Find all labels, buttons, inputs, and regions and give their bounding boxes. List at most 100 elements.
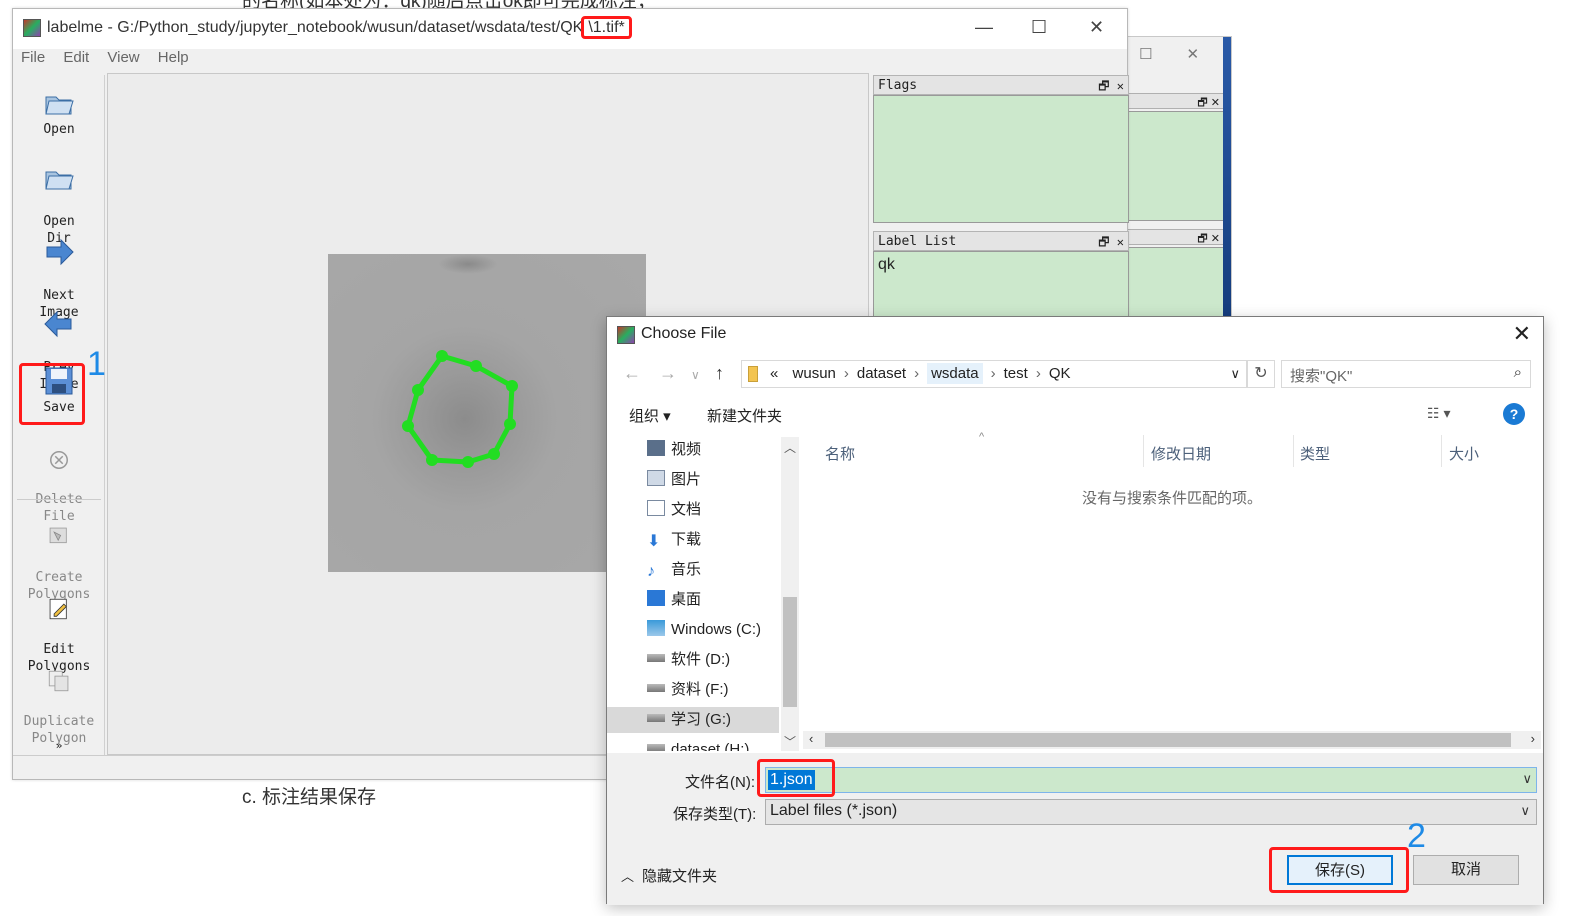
nav-item-label: 桌面 [671, 591, 702, 608]
hide-folders-toggle[interactable]: ︿ 隐藏文件夹 [621, 865, 717, 886]
arrow-right-icon [46, 238, 74, 266]
scroll-left-icon[interactable]: ‹ [809, 731, 813, 746]
back-arrow-icon[interactable]: ← [623, 363, 641, 384]
column-divider[interactable] [1143, 435, 1144, 467]
dialog-title: Choose File [641, 325, 727, 342]
scroll-thumb[interactable] [825, 733, 1511, 747]
float-icon[interactable]: 🗗 [1098, 235, 1109, 249]
label-item[interactable]: qk [874, 252, 1128, 278]
minimize-icon[interactable]: — [975, 17, 993, 38]
refresh-icon[interactable]: ↻ [1247, 360, 1275, 388]
filetype-label: 保存类型(T): [673, 806, 757, 823]
float-icon[interactable]: 🗗 [1098, 79, 1109, 93]
chevron-right-icon[interactable]: › [1036, 365, 1041, 382]
column-divider[interactable] [1293, 435, 1294, 467]
search-icon: ⌕ [1513, 364, 1522, 381]
labelme-app-icon [23, 19, 41, 37]
open-button[interactable]: Open [13, 87, 105, 138]
scroll-right-icon[interactable]: › [1531, 731, 1535, 746]
close-icon[interactable]: ✕ [1513, 321, 1531, 347]
horizontal-scrollbar[interactable]: ‹ › [803, 731, 1541, 749]
drive-icon [647, 654, 665, 662]
annotation-polygon[interactable] [328, 254, 646, 572]
breadcrumb: « wusun › dataset › wsdata › test › QK [770, 363, 1071, 384]
help-icon[interactable]: ? [1503, 403, 1525, 425]
recent-locations-chevron-icon[interactable]: ∨ [691, 368, 700, 382]
maximize-icon[interactable]: ☐ [1031, 17, 1047, 38]
search-input[interactable]: 搜索"QK" ⌕ [1281, 360, 1531, 388]
nav-item-label: 资料 (F:) [671, 681, 729, 698]
column-type[interactable]: 类型 [1300, 443, 1330, 464]
filename-label: 文件名(N): [685, 774, 755, 791]
nav-item-drive-f[interactable]: 资料 (F:) [647, 677, 779, 703]
folder-icon [748, 366, 758, 382]
chevron-right-icon[interactable]: › [844, 365, 849, 382]
filename-input[interactable]: 1.json ∨ [765, 767, 1537, 793]
nav-item-desktop[interactable]: 桌面 [647, 587, 779, 613]
close-icon[interactable]: ✕ [1089, 17, 1104, 38]
nav-item-drive-h[interactable]: dataset (H:) [647, 737, 779, 751]
labelme-app-icon [617, 326, 635, 344]
breadcrumb-test[interactable]: test [1004, 365, 1028, 382]
new-folder-button[interactable]: 新建文件夹 [707, 405, 782, 426]
nav-item-music[interactable]: ♪ 音乐 [647, 557, 779, 583]
breadcrumb-wsdata[interactable]: wsdata [927, 363, 983, 384]
nav-item-pictures[interactable]: 图片 [647, 467, 779, 493]
edit-pencil-icon [49, 598, 67, 620]
breadcrumb-qk[interactable]: QK [1049, 365, 1071, 382]
scroll-up-icon[interactable]: ︿ [784, 439, 796, 456]
nav-item-drive-g[interactable]: 学习 (G:) [607, 707, 779, 733]
breadcrumb-dataset[interactable]: dataset [857, 365, 906, 382]
filetype-value: Label files (*.json) [770, 802, 898, 819]
cancel-button[interactable]: 取消 [1413, 855, 1519, 885]
column-divider[interactable] [1441, 435, 1442, 467]
delete-circle-icon [50, 451, 68, 469]
column-name[interactable]: 名称 [825, 443, 855, 464]
nav-item-label: 图片 [671, 471, 702, 488]
background-dock-panel [1127, 111, 1225, 221]
chevron-right-icon[interactable]: › [914, 365, 919, 382]
duplicate-polygon-button[interactable]: Duplicate Polygon [13, 651, 105, 747]
chevron-down-icon[interactable]: ∨ [1520, 803, 1530, 819]
column-modified[interactable]: 修改日期 [1151, 443, 1211, 464]
close-icon[interactable]: ✕ [1117, 79, 1124, 93]
scroll-thumb[interactable] [783, 597, 797, 707]
arrow-left-icon [44, 310, 72, 338]
more-tools-chevron-icon[interactable]: » [13, 737, 105, 754]
view-options-icon[interactable]: ☷ ▾ [1427, 405, 1450, 422]
menu-view[interactable]: View [107, 49, 139, 66]
nav-item-documents[interactable]: 文档 [647, 497, 779, 523]
up-arrow-icon[interactable]: ↑ [715, 363, 724, 384]
menu-edit[interactable]: Edit [63, 49, 89, 66]
nav-scrollbar[interactable]: ︿ ﹀ [781, 437, 799, 751]
video-icon [647, 440, 665, 456]
menu-file[interactable]: File [21, 49, 45, 66]
address-bar[interactable]: « wusun › dataset › wsdata › test › QK ∨ [741, 360, 1247, 388]
navigation-pane: 视频 图片 文档 ⬇ 下载 ♪ 音乐 桌面 Windows (C:) 软件 (D:)… [607, 437, 801, 751]
nav-item-label: 视频 [671, 441, 702, 458]
organize-button[interactable]: 组织 ▾ [629, 405, 671, 426]
breadcrumb-wusun[interactable]: wusun [793, 365, 836, 382]
nav-item-downloads[interactable]: ⬇ 下载 [647, 527, 779, 553]
filename-highlight-box [757, 759, 835, 797]
chevron-down-icon[interactable]: ∨ [1230, 366, 1240, 382]
forward-arrow-icon[interactable]: → [659, 363, 677, 384]
maximize-icon: ☐ [1139, 46, 1153, 63]
flags-list[interactable] [873, 95, 1129, 223]
flags-header: Flags 🗗 ✕ [873, 75, 1129, 95]
document-icon [647, 500, 665, 516]
nav-item-drive-c[interactable]: Windows (C:) [647, 617, 779, 643]
chevron-right-icon[interactable]: › [991, 365, 996, 382]
nav-item-videos[interactable]: 视频 [647, 437, 779, 463]
chevron-down-icon[interactable]: ∨ [1522, 771, 1532, 787]
desktop-icon [647, 590, 665, 606]
file-list-pane[interactable]: ^ 名称 修改日期 类型 大小 没有与搜索条件匹配的项。 ‹ › [803, 431, 1541, 751]
breadcrumb-overflow[interactable]: « [770, 365, 778, 382]
column-size[interactable]: 大小 [1449, 443, 1479, 464]
menu-help[interactable]: Help [158, 49, 189, 66]
annotated-image[interactable] [328, 254, 646, 572]
nav-item-label: 文档 [671, 501, 702, 518]
scroll-down-icon[interactable]: ﹀ [784, 733, 796, 750]
close-icon[interactable]: ✕ [1117, 235, 1124, 249]
nav-item-drive-d[interactable]: 软件 (D:) [647, 647, 779, 673]
